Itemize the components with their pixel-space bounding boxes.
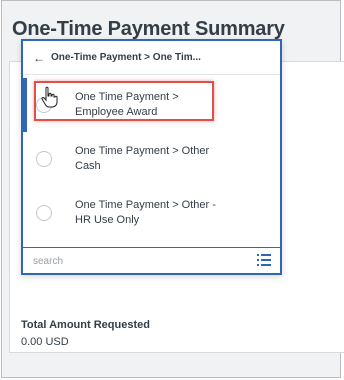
option-other-hr-use-only[interactable]: One Time Payment > Other - HR Use Only (23, 186, 280, 240)
option-label: One Time Payment > Other - HR Use Only (75, 199, 216, 226)
option-other-cash[interactable]: One Time Payment > Other Cash (23, 132, 280, 186)
highlight-box (34, 81, 214, 121)
dropdown-breadcrumb-text: One-Time Payment > One Tim... (51, 52, 201, 63)
payment-type-dropdown[interactable]: ← One-Time Payment > One Tim... One Time… (21, 39, 282, 275)
total-amount-value: 0.00 USD (21, 336, 69, 348)
option-employee-award[interactable]: One Time Payment > Employee Award (23, 78, 280, 132)
back-arrow-icon[interactable]: ← (33, 51, 45, 65)
radio-button[interactable] (36, 205, 52, 221)
dropdown-search-row (23, 247, 280, 273)
dropdown-breadcrumb[interactable]: ← One-Time Payment > One Tim... (23, 41, 280, 75)
search-input[interactable] (31, 252, 235, 270)
hand-cursor-icon (41, 86, 58, 108)
page-title: One-Time Payment Summary (12, 18, 285, 40)
radio-button[interactable] (36, 151, 52, 167)
list-icon[interactable] (257, 254, 271, 266)
app-frame: One-Time Payment Summary Total Amount Re… (1, 0, 344, 378)
total-amount-label: Total Amount Requested (21, 319, 150, 331)
option-label: One Time Payment > Other Cash (75, 145, 210, 172)
